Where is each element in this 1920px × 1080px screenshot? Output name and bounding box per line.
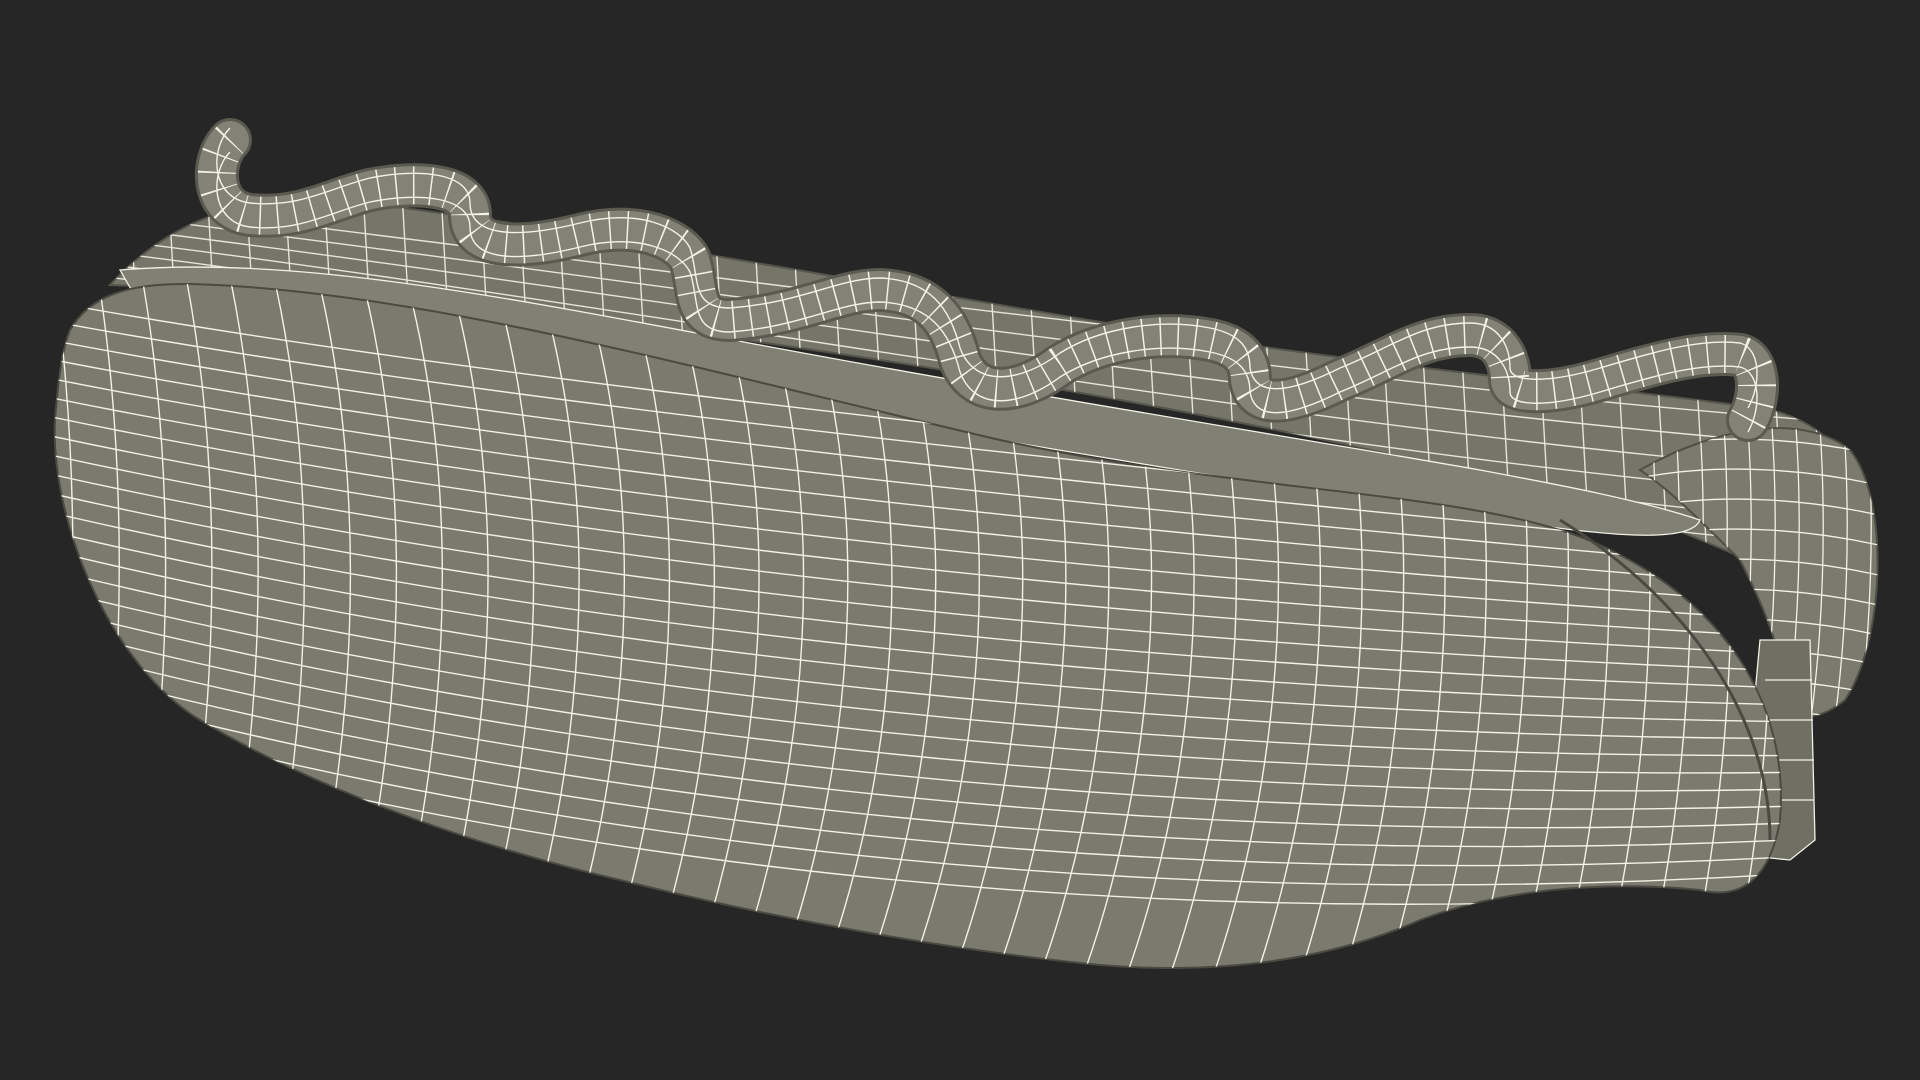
render-viewport [0,0,1920,1080]
wire-line [1880,400,1895,740]
wire-line [1880,180,1905,620]
hotdog-model-render [53,118,1905,969]
